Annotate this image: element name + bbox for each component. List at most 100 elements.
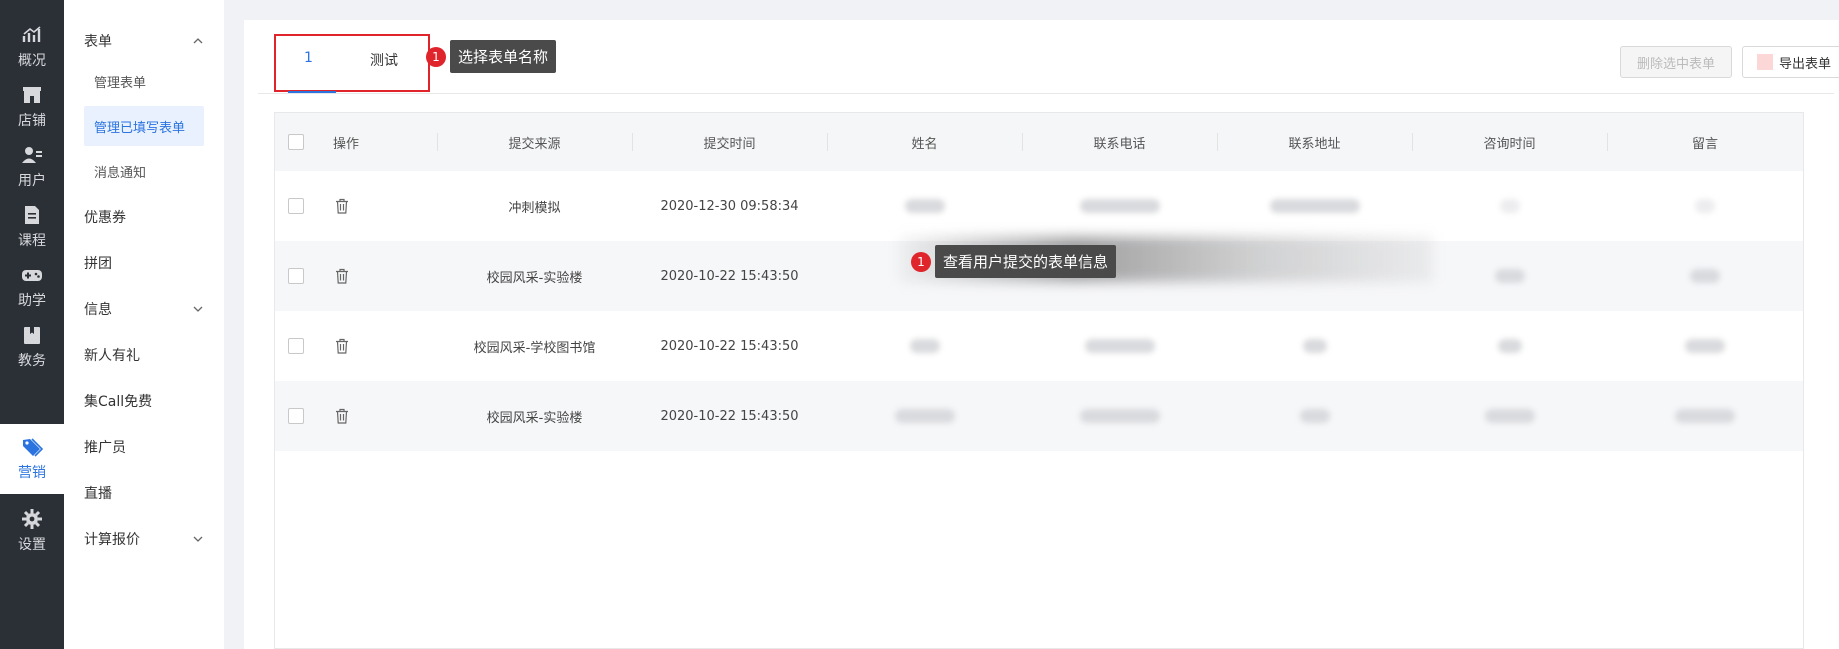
submit-time-cell: 2020-12-30 09:58:34 — [660, 198, 799, 214]
row-select-cell — [275, 311, 317, 381]
tag-icon — [23, 438, 43, 457]
menu-message-notice[interactable]: 消息通知 — [84, 151, 204, 191]
redacted-value — [1494, 269, 1525, 283]
secondary-menu: 表单 管理表单 管理已填写表单 消息通知 优惠券 拼团 信息 新人有礼 集Cal… — [64, 0, 224, 649]
row-select-cell — [275, 381, 317, 451]
gamepad-icon — [22, 270, 42, 281]
header-phone: 联系电话 — [1093, 136, 1146, 152]
callout-number: 1 — [911, 251, 931, 272]
menu-label: 优惠券 — [84, 210, 126, 226]
action-cell — [317, 381, 417, 451]
menu-label: 消息通知 — [94, 165, 147, 181]
address-cell — [1217, 171, 1412, 241]
menu-call-free[interactable]: 集Call免费 — [84, 381, 204, 421]
header-message: 留言 — [1691, 136, 1718, 152]
trash-icon[interactable] — [335, 198, 349, 214]
rail-label: 用户 — [18, 173, 46, 189]
action-cell — [317, 311, 417, 381]
redacted-value — [1499, 199, 1520, 213]
rail-label: 营销 — [18, 465, 46, 481]
menu-group-buy[interactable]: 拼团 — [84, 243, 204, 283]
row-select-cell — [275, 241, 317, 311]
callout-text: 查看用户提交的表单信息 — [935, 245, 1117, 278]
name-cell — [827, 381, 1022, 451]
book-icon — [24, 327, 40, 344]
menu-label: 管理表单 — [94, 75, 147, 91]
redacted-value — [904, 199, 945, 213]
redacted-value — [1484, 409, 1535, 423]
select-all-checkbox[interactable] — [288, 134, 304, 150]
menu-live[interactable]: 直播 — [84, 473, 204, 513]
tab-highlight-box — [274, 34, 430, 92]
menu-manage-filled-forms[interactable]: 管理已填写表单 — [84, 106, 204, 146]
menu-promoter[interactable]: 推广员 — [84, 427, 204, 467]
main-panel: 1 测试 1 选择表单名称 删除选中表单 导出表单 操作 提交来源 提交时间 姓… — [244, 20, 1839, 649]
delete-selected-button[interactable]: 删除选中表单 — [1620, 46, 1732, 78]
button-label: 删除选中表单 — [1636, 56, 1715, 72]
header-name: 姓名 — [911, 136, 938, 152]
row-select-cell — [275, 171, 317, 241]
redacted-value — [1497, 339, 1522, 353]
tab-callout: 1 选择表单名称 — [426, 40, 557, 73]
menu-label: 拼团 — [84, 256, 112, 272]
menu-label: 表单 — [84, 34, 112, 50]
trash-icon[interactable] — [335, 408, 349, 424]
header-source: 提交来源 — [508, 136, 561, 152]
consult-time-cell — [1412, 171, 1607, 241]
trash-icon[interactable] — [335, 268, 349, 284]
menu-label: 管理已填写表单 — [94, 120, 186, 136]
active-tab-indicator — [288, 91, 336, 93]
message-cell — [1607, 171, 1803, 241]
icon-rail: 概况 店铺 用户 课程 助学 教务 营销 设置 — [0, 0, 64, 649]
row-checkbox[interactable] — [288, 198, 304, 214]
export-button[interactable]: 导出表单 — [1742, 46, 1839, 78]
chevron-up-icon — [193, 38, 203, 44]
row-checkbox[interactable] — [288, 338, 304, 354]
select-all-cell — [275, 113, 317, 171]
table-header: 操作 提交来源 提交时间 姓名 联系电话 联系地址 咨询时间 留言 — [275, 113, 1803, 171]
course-icon — [25, 206, 39, 224]
menu-newcomer-gift[interactable]: 新人有礼 — [84, 335, 204, 375]
row-checkbox[interactable] — [288, 268, 304, 284]
address-cell — [1217, 311, 1412, 381]
chart-icon — [22, 26, 41, 42]
table-row: 校园风采-学校图书馆 2020-10-22 15:43:50 — [275, 311, 1803, 381]
rail-item-academic[interactable]: 教务 — [0, 312, 64, 382]
callout-number: 1 — [426, 46, 446, 67]
gear-icon — [22, 509, 42, 529]
trash-icon[interactable] — [335, 338, 349, 354]
rail-item-marketing[interactable]: 营销 — [0, 424, 64, 494]
menu-manage-forms[interactable]: 管理表单 — [84, 61, 204, 101]
tab-form-1[interactable]: 1 — [304, 50, 313, 66]
tab-form-test[interactable]: 测试 — [370, 50, 398, 70]
consult-time-cell — [1412, 241, 1607, 311]
source-cell: 冲刺模拟 — [508, 200, 561, 216]
redacted-value — [1079, 199, 1160, 213]
menu-coupon[interactable]: 优惠券 — [84, 197, 204, 237]
redacted-value — [1084, 339, 1155, 353]
menu-info[interactable]: 信息 — [84, 289, 204, 329]
menu-form[interactable]: 表单 — [84, 21, 204, 61]
menu-label: 信息 — [84, 302, 112, 318]
export-icon — [1756, 54, 1773, 70]
chevron-down-icon — [193, 536, 203, 542]
store-icon — [23, 87, 41, 103]
redacted-value — [1299, 409, 1330, 423]
redacted-value — [909, 339, 940, 353]
table-row: 冲刺模拟 2020-12-30 09:58:34 — [275, 171, 1803, 241]
rail-item-settings[interactable]: 设置 — [0, 496, 64, 566]
callout-text: 选择表单名称 — [450, 40, 557, 73]
submissions-table: 操作 提交来源 提交时间 姓名 联系电话 联系地址 咨询时间 留言 冲刺模拟 2… — [274, 112, 1804, 649]
action-cell — [317, 241, 417, 311]
rail-label: 助学 — [18, 293, 46, 309]
header-consult-time: 咨询时间 — [1483, 136, 1536, 152]
row-checkbox[interactable] — [288, 408, 304, 424]
redacted-value — [1269, 199, 1360, 213]
form-tabs: 1 测试 1 选择表单名称 删除选中表单 导出表单 — [258, 26, 1839, 94]
menu-price-quote[interactable]: 计算报价 — [84, 519, 204, 559]
message-cell — [1607, 241, 1803, 311]
phone-cell — [1022, 311, 1217, 381]
redacted-value — [1695, 199, 1715, 213]
users-icon — [22, 147, 42, 163]
redacted-value — [894, 409, 955, 423]
